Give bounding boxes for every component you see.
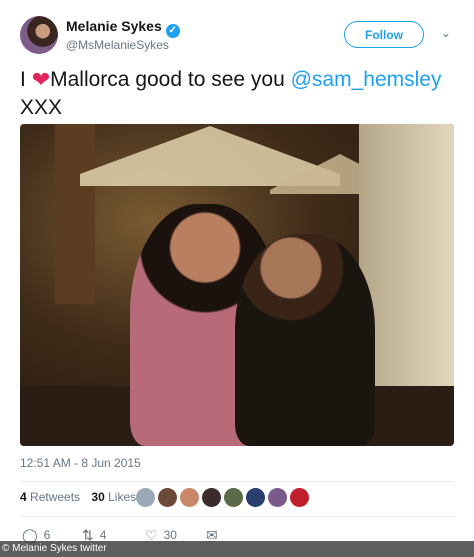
- avatar[interactable]: [20, 16, 58, 54]
- divider: [20, 516, 454, 517]
- liker-avatar[interactable]: [136, 488, 155, 507]
- tweet-prefix: I: [20, 68, 26, 91]
- display-name[interactable]: Melanie Sykes ✓: [66, 18, 180, 38]
- divider: [20, 481, 454, 482]
- tweet-header: Melanie Sykes ✓ @MsMelanieSykes Follow ⌄: [20, 16, 460, 56]
- retweets-label: Retweets: [30, 490, 81, 504]
- liker-avatar[interactable]: [290, 488, 309, 507]
- photo-pillar: [55, 124, 95, 304]
- tweet-timestamp[interactable]: 12:51 AM - 8 Jun 2015: [20, 456, 141, 470]
- liker-avatar[interactable]: [224, 488, 243, 507]
- verified-icon: ✓: [165, 24, 180, 38]
- tweet-suffix: XXX: [20, 96, 63, 119]
- liker-avatar[interactable]: [202, 488, 221, 507]
- reply-count: 6: [43, 528, 51, 542]
- liker-avatar[interactable]: [268, 488, 287, 507]
- liker-avatar[interactable]: [158, 488, 177, 507]
- liker-avatar[interactable]: [180, 488, 199, 507]
- follow-button[interactable]: Follow: [344, 21, 424, 48]
- likes-count: 30: [91, 490, 105, 504]
- tweet-body: Mallorca good to see you: [50, 68, 285, 91]
- tweet-text: I ❤Mallorca good to see you @sam_hemsley…: [20, 66, 460, 122]
- retweets-stat[interactable]: 4 Retweets: [20, 490, 80, 504]
- photo-credit: © Melanie Sykes twitter: [0, 541, 474, 557]
- like-count: 30: [163, 528, 177, 542]
- likes-label: Likes: [108, 490, 137, 504]
- heart-icon: ❤: [31, 67, 51, 92]
- chevron-down-icon[interactable]: ⌄: [438, 26, 454, 42]
- display-name-text[interactable]: Melanie Sykes: [66, 18, 162, 34]
- likes-stat[interactable]: 30 Likes: [91, 490, 136, 504]
- retweet-count: 4: [99, 528, 107, 542]
- retweets-count: 4: [20, 490, 27, 504]
- photo-person-right: [235, 234, 375, 446]
- liker-avatars: [136, 488, 309, 508]
- mention-link[interactable]: @sam_hemsley: [291, 68, 442, 91]
- user-handle[interactable]: @MsMelanieSykes: [66, 38, 169, 52]
- tweet-stats: 4 Retweets 30 Likes: [20, 490, 144, 504]
- tweet-photo[interactable]: [20, 124, 454, 446]
- liker-avatar[interactable]: [246, 488, 265, 507]
